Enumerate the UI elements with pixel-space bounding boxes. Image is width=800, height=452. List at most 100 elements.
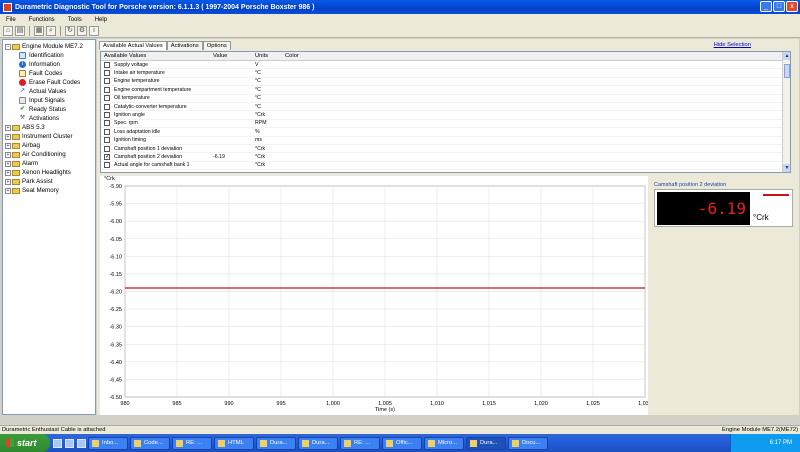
tree-item-actual-values[interactable]: ↗ Actual Values — [3, 87, 95, 96]
row-checkbox[interactable] — [104, 120, 110, 127]
tree-item-fault-codes[interactable]: Fault Codes — [3, 69, 95, 78]
row-checkbox[interactable] — [104, 86, 110, 93]
expand-icon[interactable]: + — [5, 133, 11, 140]
expand-icon[interactable]: + — [5, 160, 11, 167]
close-button[interactable]: x — [786, 1, 798, 12]
taskbar-button[interactable]: Inbo... — [88, 436, 128, 450]
row-checkbox[interactable] — [104, 162, 110, 169]
taskbar-button[interactable]: Offic... — [382, 436, 422, 450]
taskbar-button[interactable]: RE: ... — [340, 436, 380, 450]
table-row[interactable]: Engine compartment temperature °C — [101, 86, 790, 95]
header-units[interactable]: Units — [255, 53, 285, 59]
table-row[interactable]: Oil temperature °C — [101, 95, 790, 103]
table-row[interactable]: Ignition angle °Crk — [101, 111, 790, 120]
table-row[interactable]: ✓ Camshaft position 2 deviation -6.19 °Crk — [101, 153, 790, 162]
row-checkbox[interactable] — [104, 70, 110, 77]
tree-item-module[interactable]: + Airbag — [3, 141, 95, 150]
scrollbar-thumb[interactable] — [784, 64, 790, 78]
info-icon[interactable]: i — [89, 26, 99, 36]
table-row[interactable]: Ignition timing ms — [101, 137, 790, 145]
clock[interactable]: 6:17 PM — [770, 440, 792, 446]
expand-icon[interactable]: + — [5, 124, 11, 131]
table-row[interactable]: Spec. rpm RPM — [101, 120, 790, 129]
scroll-up-icon[interactable]: ▲ — [783, 52, 790, 60]
collapse-icon[interactable]: − — [5, 43, 11, 50]
window-title: Durametric Diagnostic Tool for Porsche v… — [15, 3, 315, 11]
home-icon[interactable]: ⌂ — [3, 26, 13, 36]
row-checkbox[interactable] — [104, 112, 110, 119]
table-row[interactable]: Engine temperature °C — [101, 78, 790, 87]
taskbar-button[interactable]: Docu... — [508, 436, 548, 450]
expand-icon[interactable]: + — [5, 142, 11, 149]
tree-item-information[interactable]: i Information — [3, 60, 95, 69]
table-row[interactable]: Catalytic-converter temperature °C — [101, 103, 790, 112]
row-checkbox[interactable] — [104, 95, 110, 102]
print-icon[interactable]: ▦ — [34, 26, 44, 36]
tree-item-erase-fault-codes[interactable]: Erase Fault Codes — [3, 78, 95, 87]
row-checkbox[interactable]: ✓ — [104, 153, 110, 160]
taskbar-button[interactable]: Dura... — [466, 436, 506, 450]
row-checkbox[interactable] — [104, 103, 110, 110]
tree-item-ready-status[interactable]: ✔ Ready Status — [3, 105, 95, 114]
open-icon[interactable]: ▤ — [15, 26, 25, 36]
taskbar-button[interactable]: Micro... — [424, 436, 464, 450]
tree-item-module[interactable]: + Xenon Headlights — [3, 168, 95, 177]
scroll-down-icon[interactable]: ▼ — [783, 164, 790, 172]
menu-tools[interactable]: Tools — [68, 17, 82, 23]
quicklaunch-icon[interactable] — [77, 438, 86, 448]
tree-item-identification[interactable]: Identification — [3, 51, 95, 60]
row-name-cell: Engine temperature — [101, 78, 213, 85]
row-units: % — [255, 128, 260, 135]
start-button[interactable]: start — [0, 434, 50, 452]
expand-icon[interactable]: + — [5, 169, 11, 176]
tree-item-module[interactable]: + Air Conditioning — [3, 150, 95, 159]
taskbar-button[interactable]: Dura... — [298, 436, 338, 450]
tree-item-activations[interactable]: ⚒ Activations — [3, 114, 95, 123]
menu-help[interactable]: Help — [95, 17, 107, 23]
refresh-icon[interactable]: ↻ — [65, 26, 75, 36]
table-row[interactable]: Loss adaptation idle% — [101, 128, 790, 137]
maximize-button[interactable]: □ — [773, 1, 785, 12]
settings-icon[interactable]: ⚙ — [77, 26, 87, 36]
taskbar-button[interactable]: Code... — [130, 436, 170, 450]
row-checkbox[interactable] — [104, 78, 110, 85]
hide-selection-link[interactable]: Hide Selection — [714, 42, 751, 48]
header-value[interactable]: Value — [213, 53, 255, 59]
taskbar-button[interactable]: RE: ... — [172, 436, 212, 450]
expand-icon[interactable]: + — [5, 178, 11, 185]
row-checkbox[interactable] — [104, 61, 110, 68]
minimize-button[interactable]: _ — [760, 1, 772, 12]
header-available-values[interactable]: Available Values — [101, 53, 213, 59]
tree-item-module[interactable]: + Park Assist — [3, 177, 95, 186]
search-icon[interactable]: ⌕ — [46, 26, 56, 36]
table-row[interactable]: Actual angle for camshaft bank 1 °Crk — [101, 162, 790, 171]
table-row[interactable]: Supply voltage V — [101, 61, 790, 70]
x-tick-label: 1,010 — [430, 401, 444, 407]
quicklaunch-icon[interactable] — [53, 438, 62, 448]
taskbar-button[interactable]: HTML — [214, 436, 254, 450]
table-row[interactable]: Intake air temperature °C — [101, 69, 790, 78]
taskbar-button[interactable]: Dura... — [256, 436, 296, 450]
quicklaunch-icon[interactable] — [65, 438, 74, 448]
tree-item-input-signals[interactable]: Input Signals — [3, 96, 95, 105]
row-checkbox[interactable] — [104, 128, 110, 135]
menu-file[interactable]: File — [6, 17, 16, 23]
tree-item-module[interactable]: + Instrument Cluster — [3, 132, 95, 141]
tab-activations[interactable]: Activations — [166, 41, 203, 50]
row-name: Camshaft position 1 deviation — [114, 145, 183, 152]
row-checkbox[interactable] — [104, 137, 110, 144]
tree-item-module[interactable]: + ABS 5.3 — [3, 123, 95, 132]
tab-available-actual-values[interactable]: Available Actual Values — [99, 41, 167, 50]
tree-item-engine-module[interactable]: − Engine Module ME7.2 — [3, 42, 95, 51]
tab-options[interactable]: Options — [202, 41, 231, 50]
expand-icon[interactable]: + — [5, 151, 11, 158]
values-scrollbar[interactable]: ▲ ▼ — [782, 52, 790, 172]
row-checkbox[interactable] — [104, 145, 110, 152]
menu-functions[interactable]: Functions — [29, 17, 55, 23]
tree-item-module[interactable]: + Seat Memory — [3, 186, 95, 195]
app-icon — [386, 439, 393, 447]
header-color[interactable]: Color — [285, 53, 325, 59]
tree-item-module[interactable]: + Alarm — [3, 159, 95, 168]
table-row[interactable]: Camshaft position 1 deviation °Crk — [101, 145, 790, 154]
expand-icon[interactable]: + — [5, 187, 11, 194]
